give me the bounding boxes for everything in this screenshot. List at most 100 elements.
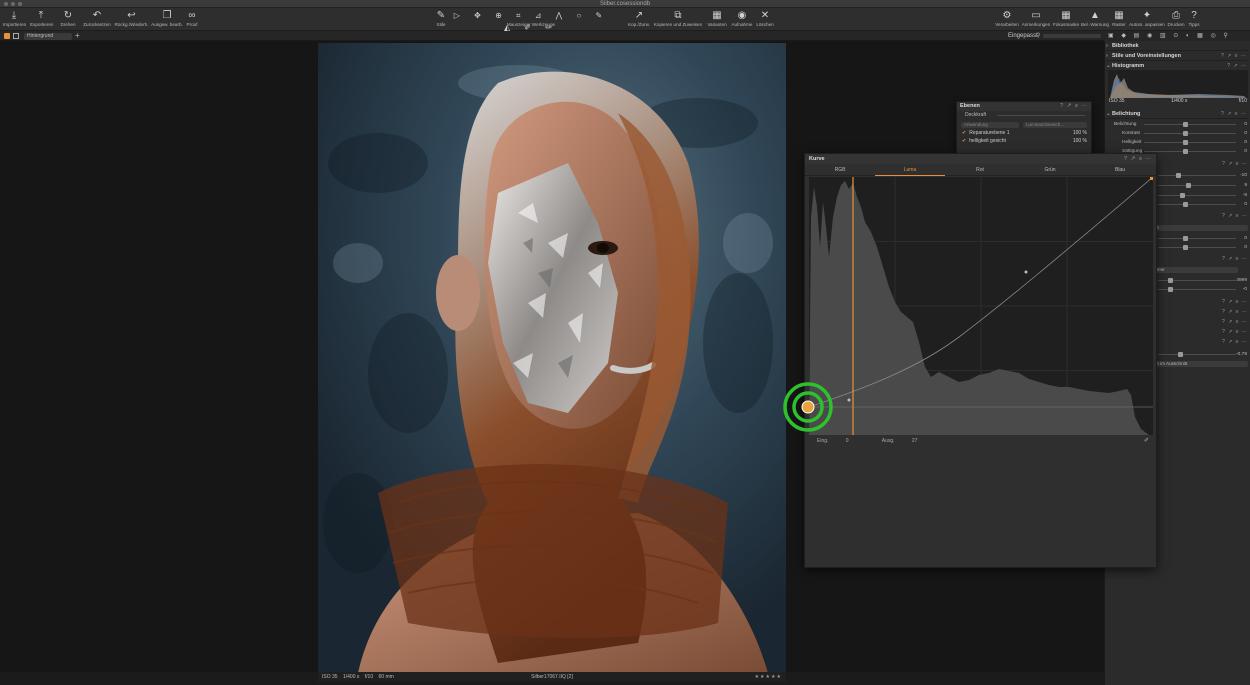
apply-button[interactable]: Anwendung — [961, 122, 1019, 128]
layers-panel[interactable]: Ebenen? ↗ ≡ ⋯ Deckkraft Anwendung Lumina… — [956, 101, 1092, 157]
slider-knob[interactable] — [1183, 122, 1188, 127]
zoom-icon[interactable]: ⚲ — [1036, 31, 1040, 41]
tab-rgb[interactable]: RGB — [805, 164, 875, 176]
capture-button[interactable]: ◉ Aufnahme — [731, 10, 753, 30]
rotate-button[interactable]: ↻ Drehen — [58, 10, 78, 30]
slider-contrast[interactable]: Kontrast 0 — [1108, 129, 1248, 138]
annotations-button[interactable]: ▭ Anmerkungen — [1021, 10, 1051, 30]
section-tools-icons[interactable]: ? ↗ ≡ ⋯ — [1208, 213, 1248, 220]
tool-tabs-bar[interactable]: ▣ ◆ ▤ ◉ ▥ ⊙ ◐ ▦ ◎ ⚲ — [1104, 31, 1250, 41]
cursor-tool-icons: ▷ ✥ ⊕ ⌗ ⊿ ⋀ ○ ✎ ◭ ✐ ✏ — [453, 11, 609, 32]
mode-dropdown[interactable]: ich — [1150, 225, 1248, 231]
slider-knob[interactable] — [1183, 131, 1188, 136]
curve-editor[interactable] — [808, 176, 1154, 435]
tab-green[interactable]: Grün — [1015, 164, 1085, 176]
delete-button[interactable]: ✕ Löschen — [755, 10, 775, 30]
undo-redo-button[interactable]: ↩ Rückg./Wiederh. — [114, 10, 149, 30]
slider-knob[interactable] — [1183, 202, 1188, 207]
section-tools-icons[interactable]: ? ↗ ≡ ⋯ — [1208, 161, 1248, 168]
slider-exposure[interactable]: Belichtung 0 — [1108, 120, 1248, 129]
section-exposure[interactable]: ⌄Belichtung? ↗ ≡ ⋯ — [1106, 110, 1249, 119]
slider-knob[interactable] — [1183, 149, 1188, 154]
auto-adjust-button[interactable]: ✦ Autom. anpassen — [1129, 10, 1165, 30]
section-tools-icons[interactable]: ? ↗ ≡ ⋯ — [1208, 299, 1248, 306]
variants-button[interactable]: ▦ Varianten — [706, 10, 728, 30]
slider-knob[interactable] — [1168, 287, 1173, 292]
section-tools-icons[interactable]: ? ↗ ≡ ⋯ — [1208, 319, 1248, 326]
checkmark-icon[interactable]: ✔ — [962, 130, 966, 136]
slider-knob[interactable] — [1183, 140, 1188, 145]
grid-view-icon[interactable] — [4, 33, 10, 39]
curve-output-value: 27 — [911, 438, 918, 444]
click-indicator — [783, 382, 833, 432]
rotate-icon: ↻ — [63, 10, 73, 21]
reset-button[interactable]: ↶ Zurücksetzen — [83, 10, 111, 30]
crop-dropdown[interactable]: ich im Ausschnitt — [1150, 361, 1248, 367]
edit-selected-button[interactable]: ❐ Ausgew. bearb. — [151, 10, 183, 30]
section-tools-icons[interactable]: ? ↗ ≡ ⋯ — [1221, 52, 1247, 61]
copy-and-assign-button[interactable]: ⧉ Kopieren und Zuweisen — [653, 10, 703, 30]
layer-item[interactable]: ✔ helligkeit gesicht 100 % — [957, 137, 1091, 145]
luma-range-button[interactable]: Luminanzbereich... — [1023, 122, 1087, 128]
eyedropper-icon[interactable]: ✐ — [1144, 437, 1149, 444]
slider-knob[interactable] — [1186, 183, 1191, 188]
slider-knob[interactable] — [1183, 245, 1188, 250]
cursor-tools-group[interactable]: ▷ ✥ ⊕ ⌗ ⊿ ⋀ ○ ✎ ◭ ✐ ✏ Mauszeiger Werkzeu… — [452, 10, 610, 32]
styles-button[interactable]: ✎ Stile — [433, 10, 449, 30]
zoom-fit-label[interactable]: Eingepasst — [1008, 31, 1038, 41]
slider-knob[interactable] — [1183, 236, 1188, 241]
white-balance-dropdown[interactable]: ahme — [1150, 267, 1238, 273]
opacity-slider[interactable] — [997, 115, 1085, 116]
viewer-subbar: Hintergrund + Eingepasst ⚲ — [0, 31, 1250, 41]
tips-button[interactable]: ? Tipps — [1187, 10, 1201, 30]
tab-luma[interactable]: Luma — [875, 164, 945, 176]
curve-tools-icons[interactable]: ? ↗ ≡ ⋯ — [1124, 154, 1152, 164]
section-tools-icons[interactable]: ? ↗ ≡ ⋯ — [1208, 309, 1248, 316]
checkmark-icon[interactable]: ✔ — [962, 138, 966, 144]
section-library[interactable]: › Bibliothek — [1106, 42, 1249, 51]
print-button[interactable]: ⎙ Drucken — [1166, 10, 1186, 30]
add-layer-icon[interactable]: + — [75, 31, 80, 41]
histogram-graph — [1110, 74, 1246, 98]
rating-stars[interactable]: ★★★★★ — [755, 672, 782, 682]
import-button[interactable]: ⤓ Importieren — [3, 10, 26, 30]
process-button[interactable]: ⚙ Verarbeiten — [994, 10, 1020, 30]
brush-icon: ✎ — [436, 10, 446, 21]
section-styles[interactable]: › Stile und Voreinstellungen? ↗ ≡ ⋯ — [1106, 52, 1249, 61]
section-tools-icons[interactable]: ? ↗ ≡ ⋯ — [1208, 339, 1248, 346]
photo-preview[interactable] — [318, 43, 786, 673]
variants-icon: ▦ — [712, 10, 722, 21]
layer-item[interactable]: ✔ Reparaturebene 1 100 % — [957, 129, 1091, 137]
opacity-row[interactable]: Deckkraft — [957, 111, 1091, 120]
slider-knob[interactable] — [1176, 173, 1181, 178]
copy-apply-icon: ↗ — [634, 10, 644, 21]
curve-panel-header[interactable]: Kurve? ↗ ≡ ⋯ — [805, 154, 1156, 164]
layers-panel-header[interactable]: Ebenen? ↗ ≡ ⋯ — [957, 102, 1091, 111]
single-view-icon[interactable] — [13, 33, 19, 39]
copy-apply-button[interactable]: ↗ Kop./Zurw. — [628, 10, 650, 30]
slider-brightness[interactable]: Helligkeit 0 — [1108, 138, 1248, 147]
zoom-slider[interactable] — [1043, 34, 1101, 38]
proof-button[interactable]: ∞ Proof — [185, 10, 199, 30]
undo-icon: ↩ — [127, 10, 136, 21]
grid-button[interactable]: ▦ Raster — [1110, 10, 1128, 30]
exposure-warning-button[interactable]: ▲ Bel.-Warnung — [1081, 10, 1109, 30]
magic-wand-icon: ✦ — [1142, 10, 1152, 21]
slider-knob[interactable] — [1180, 193, 1185, 198]
section-tools-icons[interactable]: ? ↗ ≡ ⋯ — [1208, 256, 1248, 263]
tab-red[interactable]: Rot — [945, 164, 1015, 176]
curve-panel[interactable]: Kurve? ↗ ≡ ⋯ RGB Luma Rot Grün Blau Eing… — [804, 153, 1157, 568]
slider-knob[interactable] — [1168, 278, 1173, 283]
focus-mask-icon: ▦ — [1061, 10, 1071, 21]
layer-select[interactable]: Hintergrund — [24, 32, 72, 40]
question-icon: ? — [1191, 10, 1197, 21]
slider-knob[interactable] — [1178, 352, 1183, 357]
export-button[interactable]: ⤒ Exportieren — [30, 10, 54, 30]
section-tools-icons[interactable]: ? ↗ ≡ ⋯ — [1208, 329, 1248, 336]
focus-mask-button[interactable]: ▦ Fokusmaske — [1052, 10, 1080, 30]
histogram-display — [1108, 70, 1248, 98]
tab-blue[interactable]: Blau — [1085, 164, 1155, 176]
exposure-tools-icons[interactable]: ? ↗ ≡ ⋯ — [1221, 110, 1247, 119]
layers-tools-icons[interactable]: ? ↗ ≡ ⋯ — [1060, 102, 1088, 111]
curve-graph[interactable] — [808, 176, 1154, 435]
